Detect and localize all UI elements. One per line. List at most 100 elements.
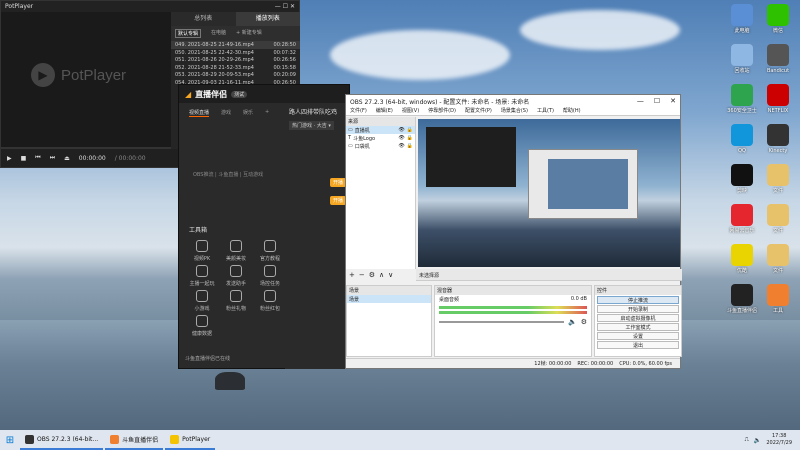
stop-icon[interactable]: ■	[21, 155, 27, 162]
desktop-icon[interactable]: 回收站	[722, 44, 762, 74]
play-icon[interactable]: ▶	[7, 155, 12, 162]
prev-icon[interactable]: ⏮	[35, 154, 40, 162]
nested-obs-preview	[548, 159, 628, 209]
volume-icon[interactable]: 🔈	[754, 437, 761, 444]
desktop-icon[interactable]: 此电脑	[722, 4, 762, 34]
tab-entertainment[interactable]: 娱乐	[243, 109, 253, 117]
eject-icon[interactable]: ⏏	[64, 155, 70, 162]
window-controls[interactable]: — ☐ ✕	[637, 97, 676, 105]
tool-button[interactable]: 发送助手	[219, 265, 253, 287]
scenes-panel: 场景 场景	[346, 285, 432, 357]
playlist-row[interactable]: 051. 2021-08-26 20-29-26.mp4 00:26:56	[171, 56, 300, 64]
lock-icon[interactable]: 🔒	[407, 135, 413, 141]
next-icon[interactable]: ⏭	[50, 154, 55, 162]
desktop-icon[interactable]: Kinecty	[758, 124, 798, 154]
menu-item[interactable]: 文件(F)	[350, 107, 367, 115]
tool-button[interactable]: 小游戏	[185, 290, 219, 312]
obs-window[interactable]: OBS 27.2.3 (64-bit, windows) - 配置文件: 未命名…	[345, 94, 682, 369]
source-settings-icon[interactable]: ⚙	[369, 271, 375, 279]
tab-all-lists[interactable]: 总列表	[171, 12, 236, 26]
clock[interactable]: 17:38 2022/7/29	[766, 433, 792, 447]
desktop-icon[interactable]: 剪映	[722, 164, 762, 194]
speaker-icon[interactable]: 🔈	[568, 318, 577, 326]
tool-button[interactable]: 主播一起玩	[185, 265, 219, 287]
desktop-icon[interactable]: 360安全卫士	[722, 84, 762, 114]
control-button[interactable]: 停止推流	[597, 296, 679, 304]
rock	[215, 372, 245, 390]
visibility-icon[interactable]: 👁	[398, 143, 404, 149]
window-controls[interactable]: — ☐ ✕	[275, 3, 295, 10]
control-button[interactable]: 工作室模式	[597, 323, 679, 331]
source-item[interactable]: ▭ 口袋机 👁 🔒	[346, 142, 415, 150]
desktop-icon[interactable]: 网易云音乐	[722, 204, 762, 234]
playlist-row[interactable]: 053. 2021-08-29 20-09-53.mp4 00:20:09	[171, 71, 300, 79]
tab-game[interactable]: 游戏	[221, 109, 231, 117]
desktop-icon[interactable]: 优酷	[722, 244, 762, 274]
tool-button[interactable]: 场控任务	[253, 265, 287, 287]
lock-icon[interactable]: 🔒	[407, 127, 413, 133]
move-up-icon[interactable]: ∧	[379, 271, 384, 279]
volume-slider[interactable]	[439, 321, 564, 323]
menu-item[interactable]: 配置文件(P)	[465, 107, 492, 115]
category-chip[interactable]: 热门游戏 · 大吉 ▾	[289, 121, 334, 130]
no-source-label: 未选择源	[419, 273, 440, 279]
desktop-icon-label: 网易云音乐	[729, 228, 755, 234]
tab-playlist[interactable]: 播放列表	[235, 12, 300, 26]
desktop-icon[interactable]: 文件	[758, 204, 798, 234]
obs-titlebar[interactable]: OBS 27.2.3 (64-bit, windows) - 配置文件: 未命名…	[346, 95, 680, 107]
desktop-icon[interactable]: Bandicut	[758, 44, 798, 74]
remove-source-icon[interactable]: −	[359, 271, 365, 279]
desktop-icon[interactable]: 工具	[758, 284, 798, 314]
control-button[interactable]: 退出	[597, 341, 679, 349]
network-icon[interactable]: ⎍	[745, 436, 749, 444]
menu-item[interactable]: 停靠部件(D)	[428, 107, 456, 115]
start-live-button[interactable]: 开播	[330, 178, 347, 187]
scene-item[interactable]: 场景	[347, 295, 431, 303]
subtab-new[interactable]: + 新建专辑	[236, 29, 262, 38]
control-button[interactable]: 启动虚拟摄像机	[597, 314, 679, 322]
taskbar-item[interactable]: 斗鱼直播伴侣	[105, 430, 164, 450]
taskbar-item[interactable]: PotPlayer	[165, 430, 216, 450]
potplayer-titlebar[interactable]: PotPlayer — ☐ ✕	[1, 1, 299, 12]
start-icon[interactable]: ⊞	[0, 430, 20, 450]
desktop-icon-label: 回收站	[734, 68, 750, 74]
preview-canvas[interactable]	[418, 119, 680, 267]
menu-item[interactable]: 编辑(E)	[376, 107, 393, 115]
playlist-row[interactable]: 049. 2021-08-25 21-49-16.mp4 00:28:50	[171, 41, 300, 49]
tab-add[interactable]: +	[265, 109, 269, 117]
menu-item[interactable]: 工具(T)	[537, 107, 554, 115]
menu-item[interactable]: 视图(V)	[402, 107, 419, 115]
source-item[interactable]: T 斗鱼Logo 👁 🔒	[346, 134, 415, 142]
visibility-icon[interactable]: 👁	[398, 135, 404, 141]
taskbar-item[interactable]: OBS 27.2.3 (64-bit...	[20, 430, 104, 450]
subtab-default[interactable]: 默认专辑	[175, 29, 202, 38]
tool-button[interactable]: 粉丝红包	[253, 290, 287, 312]
mixer-settings-icon[interactable]: ⚙	[581, 318, 587, 326]
obs-menubar: 文件(F) 编辑(E) 视图(V) 停靠部件(D) 配置文件(P) 场景集合(S) 工具(T…	[346, 107, 680, 116]
visibility-icon[interactable]: 👁	[398, 127, 404, 133]
playlist-row[interactable]: 052. 2021-08-28 21-52-33.mp4 00:15:58	[171, 64, 300, 72]
control-button[interactable]: 开始录制	[597, 305, 679, 313]
subtab-pc[interactable]: 在电脑	[211, 29, 226, 38]
desktop-icon[interactable]: NETFLIX	[758, 84, 798, 114]
start-live-button-2[interactable]: 开播	[330, 196, 347, 205]
move-down-icon[interactable]: ∨	[388, 271, 393, 279]
tool-button[interactable]: 官方教程	[253, 240, 287, 262]
tool-button[interactable]: 美颜美妆	[219, 240, 253, 262]
tab-video-live[interactable]: 视频直播	[189, 109, 210, 117]
add-source-icon[interactable]: +	[349, 271, 355, 279]
source-item[interactable]: ▭ 直播机 👁 🔒	[346, 126, 415, 134]
tool-button[interactable]: 粉丝礼物	[219, 290, 253, 312]
desktop-icon[interactable]: 文件	[758, 244, 798, 274]
desktop-icon[interactable]: 微信	[758, 4, 798, 34]
lock-icon[interactable]: 🔒	[407, 143, 413, 149]
tool-button[interactable]: 视频PK	[185, 240, 219, 262]
menu-item[interactable]: 场景集合(S)	[501, 107, 528, 115]
menu-item[interactable]: 帮助(H)	[563, 107, 581, 115]
desktop-icon[interactable]: 斗鱼直播伴侣	[722, 284, 762, 314]
desktop-icon[interactable]: QQ	[722, 124, 762, 154]
control-button[interactable]: 设置	[597, 332, 679, 340]
playlist-row[interactable]: 050. 2021-08-25 22-42-30.mp4 00:07:32	[171, 49, 300, 57]
desktop-icon[interactable]: 文件	[758, 164, 798, 194]
tool-button[interactable]: 健康数据	[185, 315, 219, 337]
